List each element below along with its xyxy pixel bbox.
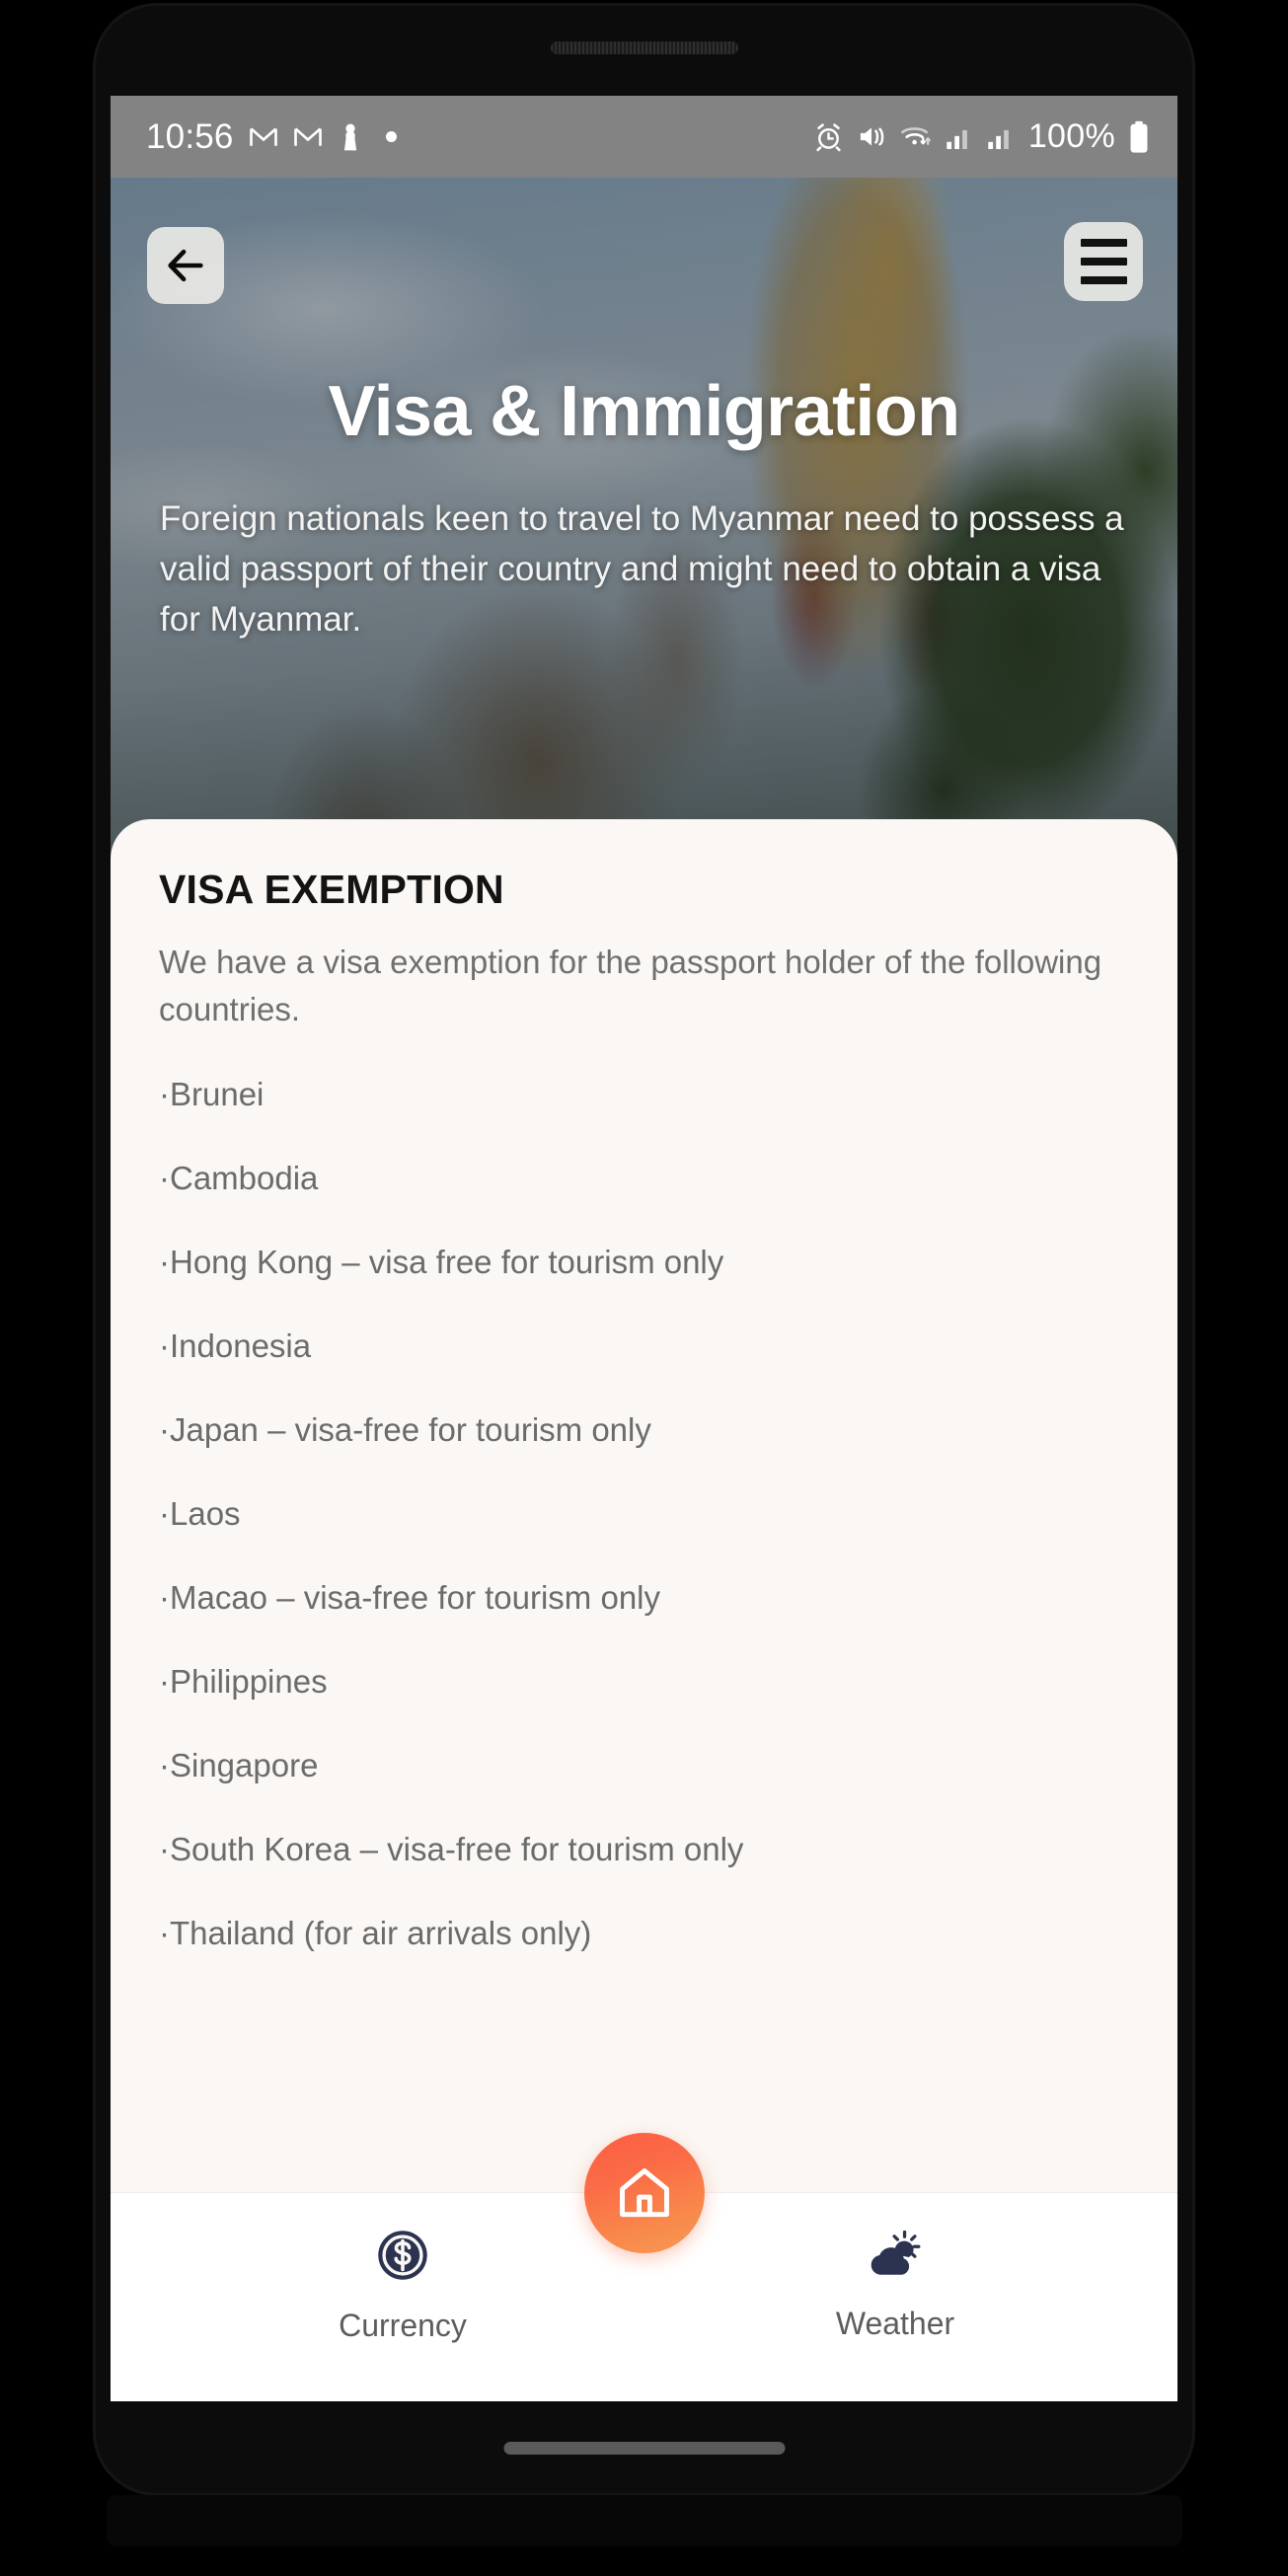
nav-item-currency[interactable]: Currency bbox=[255, 2229, 551, 2344]
nav-label-weather: Weather bbox=[835, 2306, 955, 2341]
list-item: ·Macao – visa-free for tourism only bbox=[159, 1579, 661, 1616]
battery-percent-label: 100% bbox=[1027, 117, 1115, 155]
home-fab-button[interactable] bbox=[583, 2133, 705, 2253]
page-title: Visa & Immigration bbox=[328, 372, 960, 451]
hero-banner: Visa & Immigration Foreign nationals kee… bbox=[111, 178, 1177, 908]
home-icon bbox=[619, 2168, 669, 2218]
back-button[interactable] bbox=[147, 227, 224, 304]
list-item: ·Thailand (for air arrivals only) bbox=[159, 1915, 592, 1951]
screenshot-root: 10:56 100% Visa & Immigration Foreign na… bbox=[0, 0, 1288, 2576]
battery-icon bbox=[1130, 120, 1148, 153]
wifi-icon bbox=[901, 127, 931, 145]
exempt-country-list: ·Brunei ·Cambodia ·Hong Kong – visa free… bbox=[159, 1073, 1129, 1954]
hamburger-bar-icon bbox=[1080, 239, 1127, 247]
cloud-sun-icon bbox=[871, 2230, 921, 2275]
earpiece-speaker bbox=[550, 41, 738, 54]
list-item: ·Indonesia bbox=[159, 1327, 312, 1364]
list-item: ·Japan – visa-free for tourism only bbox=[159, 1411, 651, 1448]
list-item: ·South Korea – visa-free for tourism onl… bbox=[159, 1831, 744, 1867]
content-card: VISA EXEMPTION We have a visa exemption … bbox=[111, 819, 1177, 2255]
system-gesture-bar[interactable] bbox=[503, 2442, 785, 2455]
dot-indicator bbox=[385, 131, 397, 142]
signal-icon bbox=[988, 129, 1009, 150]
section-description: We have a visa exemption for the passpor… bbox=[159, 944, 1102, 1027]
dollar-coin-icon bbox=[378, 2231, 427, 2280]
status-bar: 10:56 100% bbox=[111, 96, 1177, 178]
mute-vibrate-icon bbox=[860, 127, 884, 146]
list-item: ·Hong Kong – visa free for tourism only bbox=[159, 1244, 724, 1280]
status-bar-left: 10:56 bbox=[146, 117, 397, 157]
section-title: VISA EXEMPTION bbox=[159, 867, 504, 912]
gmail-icon bbox=[249, 127, 277, 146]
list-item: ·Philippines bbox=[159, 1663, 328, 1700]
chess-pawn-icon bbox=[343, 123, 356, 150]
hamburger-bar-icon bbox=[1080, 258, 1127, 265]
phone-screen: 10:56 100% Visa & Immigration Foreign na… bbox=[111, 96, 1177, 2401]
page-subtitle: Foreign nationals keen to travel to Myan… bbox=[160, 499, 1124, 639]
alarm-icon bbox=[816, 123, 841, 152]
menu-button[interactable] bbox=[1064, 222, 1143, 301]
list-item: ·Laos bbox=[159, 1495, 241, 1532]
status-bar-right: 100% bbox=[813, 117, 1150, 156]
list-item: ·Brunei bbox=[159, 1076, 265, 1112]
nav-item-weather[interactable]: Weather bbox=[747, 2229, 1043, 2342]
list-item: ·Cambodia bbox=[159, 1160, 319, 1196]
back-arrow-icon bbox=[168, 249, 203, 282]
signal-icon bbox=[947, 129, 967, 150]
hamburger-bar-icon bbox=[1080, 276, 1127, 284]
nav-label-currency: Currency bbox=[339, 2308, 467, 2343]
phone-bottom-edge bbox=[107, 2495, 1182, 2546]
status-bar-clock: 10:56 bbox=[146, 116, 234, 156]
list-item: ·Singapore bbox=[159, 1747, 319, 1783]
gmail-icon bbox=[293, 127, 322, 146]
